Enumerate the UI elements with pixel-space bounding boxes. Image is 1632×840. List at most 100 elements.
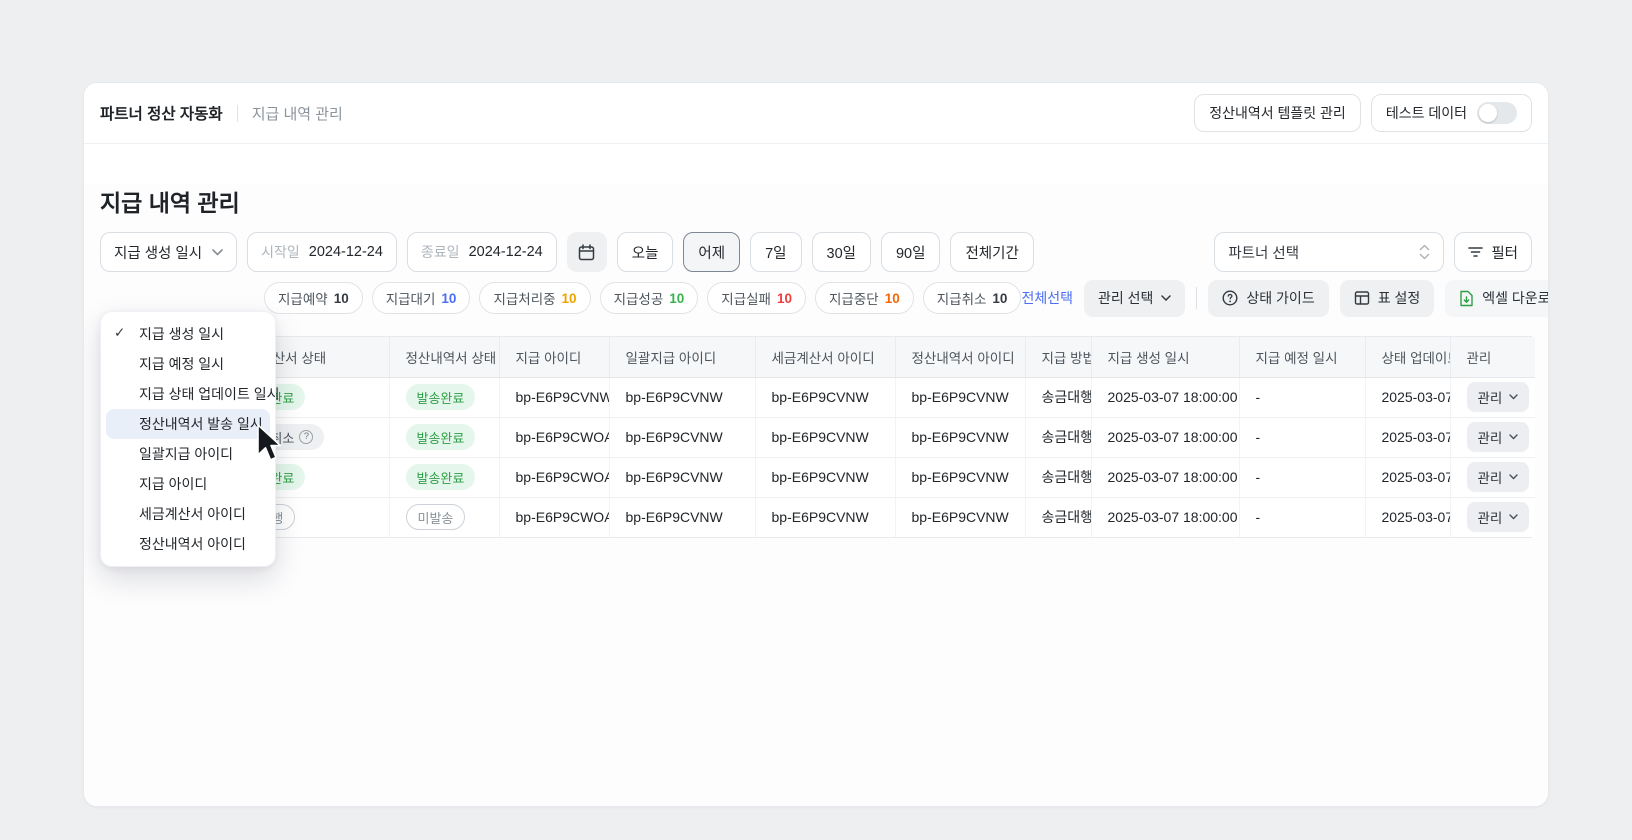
row-manage-button[interactable]: 관리 bbox=[1467, 462, 1530, 492]
payments-table: 세금계산서 상태 정산내역서 상태 지급 아이디 일괄지급 아이디 세금계산서 … bbox=[100, 336, 1532, 538]
menu-item-status-updated[interactable]: 지급 상태 업데이트 일시 bbox=[101, 379, 275, 409]
table-grid-icon bbox=[1354, 290, 1370, 306]
chevron-up-down-icon bbox=[1419, 244, 1430, 260]
payment-created-cell: 2025-03-07 18:00:00 bbox=[1091, 417, 1239, 457]
payment-scheduled-cell: - bbox=[1239, 497, 1365, 537]
menu-item-payment-created[interactable]: ✓지급 생성 일시 bbox=[101, 319, 275, 349]
chip-payment-success[interactable]: 지급성공10 bbox=[600, 282, 699, 314]
payment-id-cell: bp-E6P9CWOA bbox=[499, 417, 609, 457]
test-data-toggle[interactable] bbox=[1477, 102, 1517, 124]
payment-created-cell: 2025-03-07 18:00:00 bbox=[1091, 497, 1239, 537]
chip-payment-processing[interactable]: 지급처리중10 bbox=[479, 282, 590, 314]
chip-payment-stopped[interactable]: 지급중단10 bbox=[815, 282, 914, 314]
col-payment-scheduled-at: 지급 예정 일시 bbox=[1239, 337, 1365, 377]
bulk-payment-id-cell: bp-E6P9CVNW bbox=[609, 377, 755, 417]
col-statement-status: 정산내역서 상태 bbox=[389, 337, 499, 377]
table-header-row: 세금계산서 상태 정산내역서 상태 지급 아이디 일괄지급 아이디 세금계산서 … bbox=[101, 337, 1535, 377]
row-manage-button[interactable]: 관리 bbox=[1467, 382, 1530, 412]
date-type-dropdown-menu: ✓지급 생성 일시 지급 예정 일시 지급 상태 업데이트 일시 정산내역서 발… bbox=[100, 311, 276, 567]
payment-created-cell: 2025-03-07 18:00:00 bbox=[1091, 377, 1239, 417]
quick-range-7d[interactable]: 7일 bbox=[750, 232, 801, 272]
card-body: 지급 내역 관리 지급 생성 일시 시작일 2024-12-24 종료일 202… bbox=[84, 184, 1548, 807]
col-payment-id: 지급 아이디 bbox=[499, 337, 609, 377]
statement-id-cell: bp-E6P9CVNW bbox=[895, 457, 1025, 497]
main-card: 파트너 정산 자동화 지급 내역 관리 정산내역서 템플릿 관리 테스트 데이터… bbox=[83, 82, 1549, 807]
chip-payment-canceled[interactable]: 지급취소10 bbox=[923, 282, 1022, 314]
chip-payment-waiting[interactable]: 지급대기10 bbox=[372, 282, 471, 314]
table-settings-button[interactable]: 표 설정 bbox=[1340, 280, 1435, 317]
payment-method-cell: 송금대행 bbox=[1025, 457, 1091, 497]
col-status-updated-at: 상태 업데이트 일시 bbox=[1365, 337, 1450, 377]
start-date-input[interactable]: 시작일 2024-12-24 bbox=[247, 232, 397, 272]
row-manage-button[interactable]: 관리 bbox=[1467, 422, 1530, 452]
status-guide-button[interactable]: 상태 가이드 bbox=[1208, 280, 1328, 317]
excel-download-button[interactable]: 엑셀 다운로드 bbox=[1445, 280, 1549, 317]
chevron-down-icon bbox=[1509, 474, 1518, 480]
question-circle-icon bbox=[1222, 290, 1238, 306]
partner-select[interactable]: 파트너 선택 bbox=[1214, 232, 1444, 272]
table-toolbar: 전체선택 관리 선택 상태 가이드 표 설정 엑셀 다운로드 bbox=[1021, 280, 1549, 317]
chevron-down-icon bbox=[212, 249, 223, 256]
table-row: 발행취소? 발송완료 bp-E6P9CWOA bp-E6P9CVNW bp-E6… bbox=[101, 417, 1535, 457]
chip-payment-reserved[interactable]: 지급예약10 bbox=[264, 282, 363, 314]
col-bulk-payment-id: 일괄지급 아이디 bbox=[609, 337, 755, 377]
quick-range-yesterday[interactable]: 어제 bbox=[683, 232, 740, 272]
start-date-label: 시작일 bbox=[261, 242, 300, 262]
bulk-payment-id-cell: bp-E6P9CVNW bbox=[609, 497, 755, 537]
payment-id-cell: bp-E6P9CWOA bbox=[499, 497, 609, 537]
status-updated-cell: 2025-03-07 18:00:00 bbox=[1365, 497, 1450, 537]
payment-scheduled-cell: - bbox=[1239, 457, 1365, 497]
payment-id-cell: bp-E6P9CWOA bbox=[499, 457, 609, 497]
filter-button[interactable]: 필터 bbox=[1454, 232, 1532, 272]
menu-item-bulk-payment-id[interactable]: 일괄지급 아이디 bbox=[101, 439, 275, 469]
quick-range-30d[interactable]: 30일 bbox=[812, 232, 871, 272]
status-chips-row: 지급예약10 지급대기10 지급처리중10 지급성공10 지급실패10 지급중단… bbox=[100, 280, 1532, 316]
quick-range-all[interactable]: 전체기간 bbox=[950, 232, 1033, 272]
header-actions: 정산내역서 템플릿 관리 테스트 데이터 bbox=[1194, 94, 1532, 132]
statement-id-cell: bp-E6P9CVNW bbox=[895, 377, 1025, 417]
menu-item-statement-id[interactable]: 정산내역서 아이디 bbox=[101, 529, 275, 559]
status-chips: 지급예약10 지급대기10 지급처리중10 지급성공10 지급실패10 지급중단… bbox=[264, 282, 1021, 314]
chip-payment-failed[interactable]: 지급실패10 bbox=[707, 282, 806, 314]
payment-method-cell: 송금대행 bbox=[1025, 497, 1091, 537]
status-updated-cell: 2025-03-07 18:00:00 bbox=[1365, 377, 1450, 417]
start-date-value: 2024-12-24 bbox=[309, 244, 383, 260]
menu-item-statement-sent[interactable]: 정산내역서 발송 일시 bbox=[106, 409, 270, 439]
select-all-link[interactable]: 전체선택 bbox=[1021, 288, 1073, 308]
toggle-knob bbox=[1479, 104, 1497, 122]
table-row: 발행완료 발송완료 bp-E6P9CWOA bp-E6P9CVNW bp-E6P… bbox=[101, 457, 1535, 497]
quick-range-today[interactable]: 오늘 bbox=[617, 232, 674, 272]
breadcrumb-current: 지급 내역 관리 bbox=[252, 103, 343, 124]
excel-download-icon bbox=[1459, 290, 1474, 307]
test-data-toggle-button[interactable]: 테스트 데이터 bbox=[1371, 94, 1532, 132]
toolbar-divider bbox=[1196, 287, 1197, 309]
menu-item-tax-invoice-id[interactable]: 세금계산서 아이디 bbox=[101, 499, 275, 529]
bulk-payment-id-cell: bp-E6P9CVNW bbox=[609, 417, 755, 457]
partner-select-value: 파트너 선택 bbox=[1228, 242, 1299, 263]
calendar-button[interactable] bbox=[567, 232, 607, 272]
chevron-down-icon bbox=[1509, 514, 1518, 520]
payment-id-cell: bp-E6P9CVNW bbox=[499, 377, 609, 417]
row-manage-button[interactable]: 관리 bbox=[1467, 502, 1530, 532]
check-icon: ✓ bbox=[114, 325, 125, 341]
payment-method-cell: 송금대행 bbox=[1025, 377, 1091, 417]
statement-id-cell: bp-E6P9CVNW bbox=[895, 497, 1025, 537]
table-row: 미발행 미발송 bp-E6P9CWOA bp-E6P9CVNW bp-E6P9C… bbox=[101, 497, 1535, 537]
statement-status-badge: 발송완료 bbox=[406, 464, 476, 490]
status-updated-cell: 2025-03-07 18:00:00 bbox=[1365, 417, 1450, 457]
menu-item-payment-scheduled[interactable]: 지급 예정 일시 bbox=[101, 349, 275, 379]
date-type-dropdown-trigger[interactable]: 지급 생성 일시 bbox=[100, 232, 237, 272]
statement-status-badge: 발송완료 bbox=[406, 424, 476, 450]
chevron-down-icon bbox=[1509, 394, 1518, 400]
menu-item-payment-id[interactable]: 지급 아이디 bbox=[101, 469, 275, 499]
manage-select-button[interactable]: 관리 선택 bbox=[1084, 280, 1185, 317]
end-date-input[interactable]: 종료일 2024-12-24 bbox=[407, 232, 557, 272]
quick-range-90d[interactable]: 90일 bbox=[881, 232, 940, 272]
help-icon[interactable]: ? bbox=[299, 430, 313, 444]
col-manage: 관리 bbox=[1450, 337, 1535, 377]
bulk-payment-id-cell: bp-E6P9CVNW bbox=[609, 457, 755, 497]
statement-template-manage-button[interactable]: 정산내역서 템플릿 관리 bbox=[1194, 94, 1361, 132]
calendar-icon bbox=[578, 244, 595, 261]
statement-status-badge: 미발송 bbox=[406, 504, 466, 530]
header-divider bbox=[237, 105, 238, 122]
